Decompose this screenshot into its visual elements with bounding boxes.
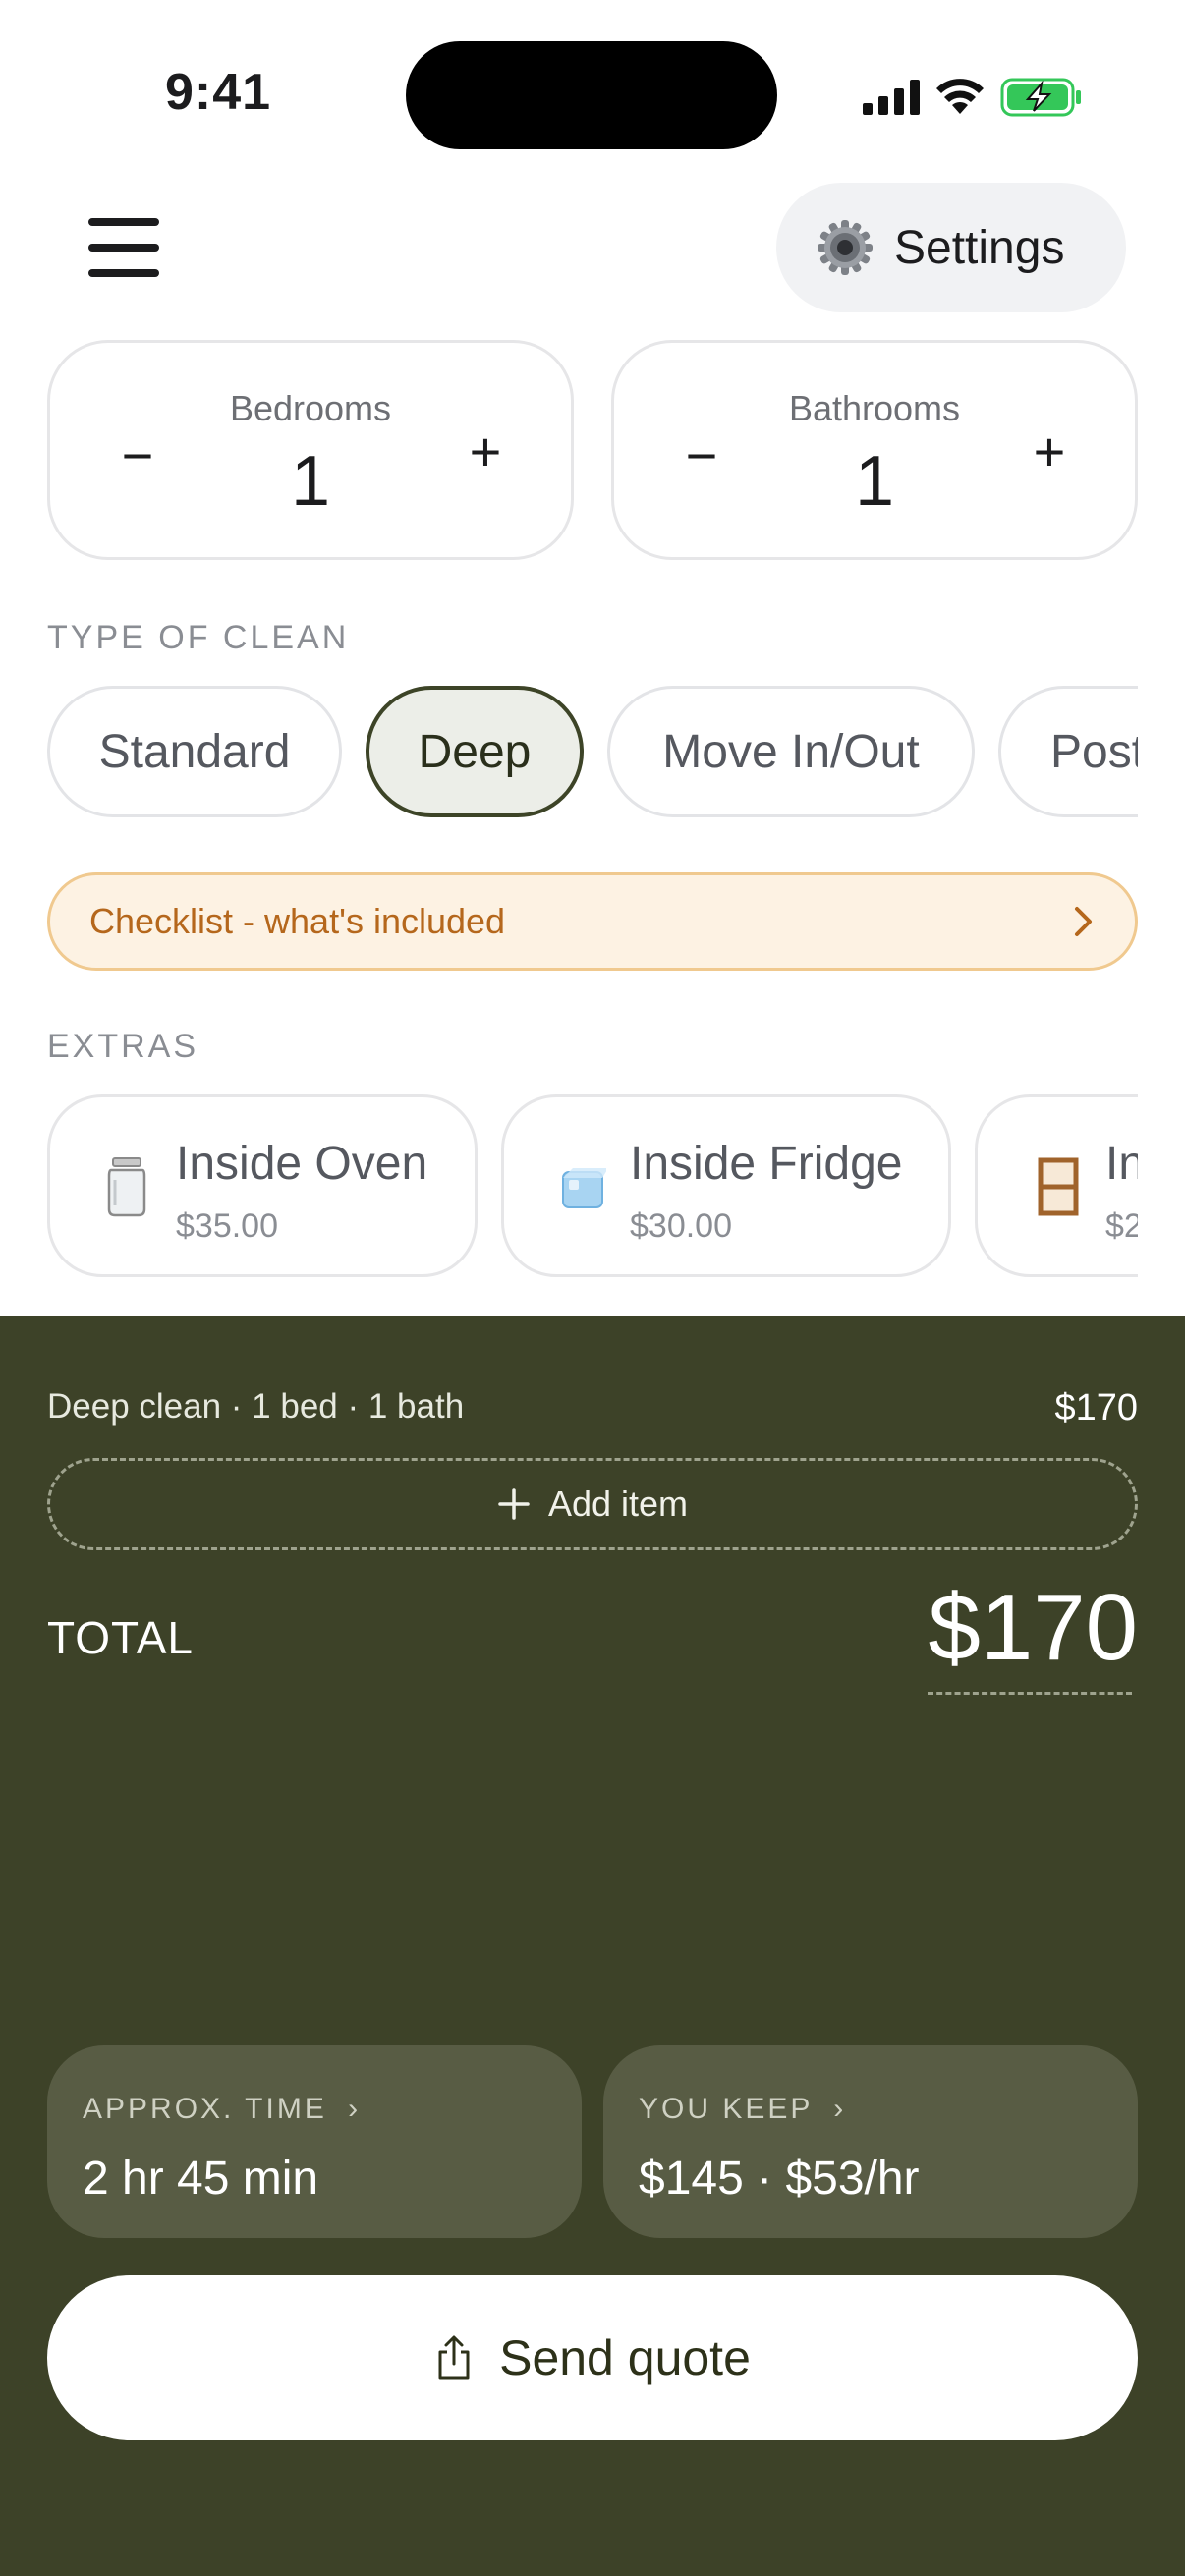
total-label: TOTAL — [47, 1612, 194, 1663]
plus-icon — [498, 1488, 530, 1520]
type-of-clean-heading: TYPE OF CLEAN — [47, 619, 350, 656]
extra-inside-fridge[interactable]: Inside Fridge $30.00 — [501, 1094, 951, 1277]
ice-cube-icon — [562, 1168, 606, 1208]
clean-type-chips: Standard Deep Move In/Out Post — [0, 686, 1138, 817]
signal-icon — [863, 80, 920, 115]
add-item-label: Add item — [547, 1484, 689, 1524]
extras-heading: EXTRAS — [47, 1028, 199, 1065]
chip-standard[interactable]: Standard — [47, 686, 342, 817]
add-item-button[interactable]: Add item — [47, 1458, 1138, 1550]
wifi-icon — [936, 79, 984, 114]
extra-name: Inside Oven — [176, 1138, 428, 1190]
chevron-right-icon — [1075, 907, 1092, 936]
share-icon — [438, 2335, 470, 2380]
total-value[interactable]: $170 — [928, 1574, 1138, 1682]
extra-inside-windows[interactable]: In $2 — [975, 1094, 1138, 1277]
extra-name: In — [1105, 1138, 1138, 1190]
approx-time-title: APPROX. TIME › — [83, 2093, 362, 2125]
checklist-banner[interactable]: Checklist - what's included — [47, 872, 1138, 971]
bathrooms-stepper: Bathrooms − 1 + — [611, 340, 1138, 560]
line-item-price: $170 — [1054, 1387, 1138, 1428]
extras-list: Inside Oven $35.00 Inside Fridge $30.00 … — [0, 1094, 1138, 1277]
gear-icon — [818, 220, 873, 275]
chip-deep[interactable]: Deep — [366, 686, 584, 817]
you-keep-title: YOU KEEP › — [639, 2093, 847, 2125]
status-time: 9:41 — [165, 64, 272, 121]
checklist-label: Checklist - what's included — [89, 901, 506, 941]
chip-post[interactable]: Post — [998, 686, 1138, 817]
bathrooms-increment-button[interactable]: + — [1025, 424, 1074, 479]
send-quote-label: Send quote — [499, 2330, 751, 2385]
extra-inside-oven[interactable]: Inside Oven $35.00 — [47, 1094, 478, 1277]
send-quote-button[interactable]: Send quote — [47, 2275, 1138, 2440]
jar-icon — [107, 1157, 146, 1217]
battery-charging-icon — [1000, 78, 1081, 117]
approx-time-value: 2 hr 45 min — [83, 2153, 319, 2205]
status-bar: 9:41 — [0, 0, 1185, 187]
approx-time-card[interactable]: APPROX. TIME › 2 hr 45 min — [47, 2045, 582, 2238]
you-keep-card[interactable]: YOU KEEP › $145 · $53/hr — [603, 2045, 1138, 2238]
extra-price: $35.00 — [176, 1207, 278, 1245]
settings-button[interactable]: Settings — [776, 183, 1126, 312]
total-underline — [928, 1692, 1132, 1695]
extra-name: Inside Fridge — [630, 1138, 903, 1190]
extra-price: $30.00 — [630, 1207, 732, 1245]
hamburger-icon — [88, 218, 159, 226]
bedrooms-increment-button[interactable]: + — [461, 424, 510, 479]
quote-summary-panel: Deep clean · 1 bed · 1 bath $170 Add ite… — [0, 1316, 1185, 2576]
extra-price: $2 — [1105, 1207, 1138, 1245]
window-icon — [1038, 1157, 1079, 1216]
status-icons — [863, 71, 1083, 124]
dynamic-island — [406, 41, 777, 149]
you-keep-value: $145 · $53/hr — [639, 2153, 920, 2205]
line-item-description: Deep clean · 1 bed · 1 bath — [47, 1387, 465, 1426]
chevron-right-icon: › — [833, 2093, 847, 2125]
bedrooms-stepper: Bedrooms − 1 + — [47, 340, 574, 560]
menu-button[interactable] — [88, 218, 159, 277]
chevron-right-icon: › — [348, 2093, 362, 2125]
chip-move-in-out[interactable]: Move In/Out — [607, 686, 975, 817]
settings-label: Settings — [894, 221, 1065, 274]
